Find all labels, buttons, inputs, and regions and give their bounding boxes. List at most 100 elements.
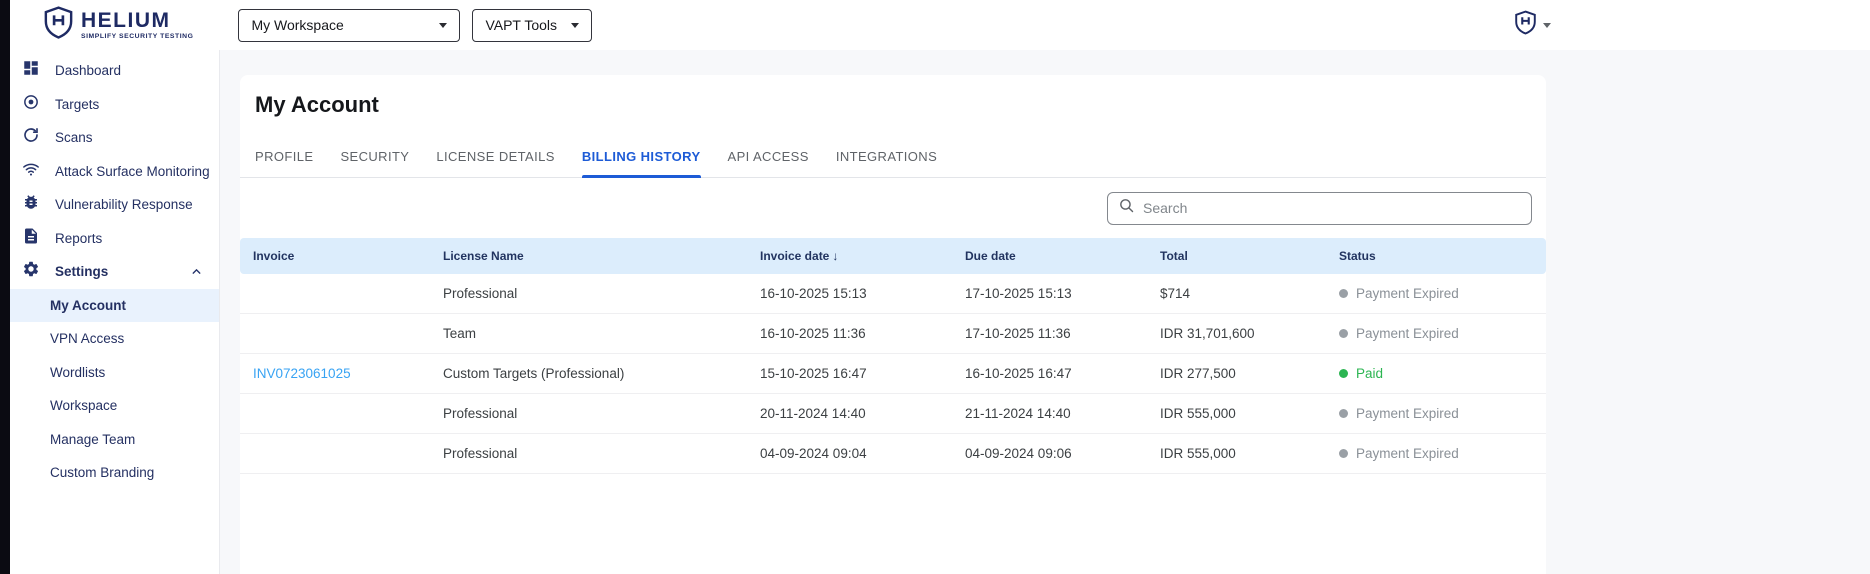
chevron-up-icon — [190, 265, 203, 278]
sidebar-item-label: Manage Team — [50, 431, 136, 447]
helium-shield-icon — [1515, 10, 1536, 40]
sidebar-item-scans[interactable]: Scans — [10, 121, 219, 155]
bug-icon — [22, 193, 40, 216]
workspace-select-value: My Workspace — [251, 17, 344, 33]
total-cell: IDR 31,701,600 — [1160, 326, 1255, 341]
due-date-cell: 04-09-2024 09:06 — [965, 446, 1072, 461]
status-dot-icon — [1339, 449, 1348, 458]
caret-down-icon — [571, 22, 580, 28]
table-row: Professional 20-11-2024 14:40 21-11-2024… — [240, 394, 1546, 434]
main-content: My Account PROFILE SECURITY LICENSE DETA… — [220, 50, 1870, 574]
sidebar-item-label: Dashboard — [55, 63, 122, 79]
brand-tagline: SIMPLIFY SECURITY TESTING — [81, 33, 194, 40]
sidebar: Dashboard Targets Scans Attack Surface M… — [10, 50, 220, 574]
sidebar-item-wordlists[interactable]: Wordlists — [10, 356, 219, 390]
sidebar-item-label: Targets — [55, 96, 100, 112]
tab-billing-history[interactable]: BILLING HISTORY — [581, 139, 701, 178]
sidebar-item-label: My Account — [50, 297, 127, 313]
license-name-cell: Professional — [443, 446, 518, 461]
my-account-card: My Account PROFILE SECURITY LICENSE DETA… — [240, 75, 1546, 574]
sidebar-item-attack-surface-monitoring[interactable]: Attack Surface Monitoring — [10, 155, 219, 189]
due-date-cell: 17-10-2025 11:36 — [965, 326, 1071, 341]
status-cell: Paid — [1339, 366, 1546, 381]
status-label: Payment Expired — [1356, 326, 1459, 341]
gear-icon — [22, 260, 40, 283]
report-icon — [22, 227, 40, 250]
scan-icon — [22, 126, 40, 149]
sidebar-item-vulnerability-response[interactable]: Vulnerability Response — [10, 188, 219, 222]
due-date-cell: 16-10-2025 16:47 — [965, 366, 1072, 381]
tab-security[interactable]: SECURITY — [340, 139, 409, 177]
status-label: Payment Expired — [1356, 406, 1459, 421]
column-header-total[interactable]: Total — [1160, 249, 1339, 263]
workspace-select[interactable]: My Workspace — [238, 8, 461, 42]
column-header-license-name[interactable]: License Name — [443, 249, 760, 263]
status-cell: Payment Expired — [1339, 406, 1546, 421]
status-label: Paid — [1356, 366, 1384, 381]
status-cell: Payment Expired — [1339, 286, 1546, 301]
sidebar-item-settings[interactable]: Settings — [10, 255, 219, 289]
left-edge-strip — [0, 0, 10, 574]
sidebar-item-my-account[interactable]: My Account — [10, 288, 219, 322]
brand-text: HELIUM SIMPLIFY SECURITY TESTING — [81, 10, 193, 40]
invoice-date-cell: 15-10-2025 16:47 — [760, 366, 867, 381]
column-header-status[interactable]: Status — [1339, 249, 1546, 263]
brand-logo[interactable]: HELIUM SIMPLIFY SECURITY TESTING — [44, 6, 193, 44]
sort-desc-icon[interactable]: ↓ — [832, 249, 838, 263]
status-cell: Payment Expired — [1339, 326, 1546, 341]
sidebar-item-label: Custom Branding — [50, 465, 155, 481]
license-name-cell: Professional — [443, 286, 518, 301]
due-date-cell: 17-10-2025 15:13 — [965, 286, 1072, 301]
invoice-date-cell: 16-10-2025 15:13 — [760, 286, 867, 301]
status-dot-icon — [1339, 289, 1348, 298]
column-header-invoice[interactable]: Invoice — [253, 249, 443, 263]
total-cell: IDR 555,000 — [1160, 446, 1236, 461]
license-name-cell: Team — [443, 326, 477, 341]
sidebar-item-targets[interactable]: Targets — [10, 88, 219, 122]
total-cell: IDR 277,500 — [1160, 366, 1236, 381]
tab-license-details[interactable]: LICENSE DETAILS — [436, 139, 554, 177]
search-input[interactable] — [1143, 200, 1521, 216]
search-icon — [1118, 197, 1135, 219]
account-menu[interactable] — [1515, 0, 1551, 50]
vapt-tools-select-value: VAPT Tools — [485, 17, 558, 33]
status-dot-icon — [1339, 329, 1348, 338]
table-row: INV0723061025 Custom Targets (Profession… — [240, 354, 1546, 394]
helium-shield-icon — [44, 6, 73, 44]
sidebar-item-label: Reports — [55, 230, 103, 246]
sidebar-item-label: Workspace — [50, 398, 118, 414]
column-header-due-date[interactable]: Due date — [965, 249, 1160, 263]
sidebar-item-label: Wordlists — [50, 364, 106, 380]
invoice-link[interactable]: INV0723061025 — [253, 366, 351, 381]
sidebar-item-label: Vulnerability Response — [55, 197, 193, 213]
search-row — [240, 178, 1546, 238]
column-header-invoice-date[interactable]: Invoice date ↓ — [760, 249, 965, 263]
topbar: HELIUM SIMPLIFY SECURITY TESTING My Work… — [10, 0, 1870, 50]
sidebar-item-dashboard[interactable]: Dashboard — [10, 54, 219, 88]
dashboard-icon — [22, 59, 40, 82]
tab-integrations[interactable]: INTEGRATIONS — [836, 139, 937, 177]
sidebar-item-manage-team[interactable]: Manage Team — [10, 423, 219, 457]
brand-name: HELIUM — [81, 9, 171, 32]
sidebar-item-workspace[interactable]: Workspace — [10, 389, 219, 423]
billing-table-body: Professional 16-10-2025 15:13 17-10-2025… — [240, 274, 1546, 474]
vapt-tools-select[interactable]: VAPT Tools — [472, 8, 593, 42]
table-row: Team 16-10-2025 11:36 17-10-2025 11:36 I… — [240, 314, 1546, 354]
sidebar-item-reports[interactable]: Reports — [10, 222, 219, 256]
invoice-cell: INV0723061025 — [253, 366, 443, 381]
sidebar-item-vpn-access[interactable]: VPN Access — [10, 322, 219, 356]
page-title: My Account — [255, 92, 379, 117]
wifi-icon — [22, 160, 40, 183]
tab-profile[interactable]: PROFILE — [255, 139, 313, 177]
status-dot-icon — [1339, 369, 1348, 378]
sidebar-item-label: Settings — [55, 264, 109, 280]
total-cell: IDR 555,000 — [1160, 406, 1236, 421]
sidebar-item-custom-branding[interactable]: Custom Branding — [10, 456, 219, 490]
tab-api-access[interactable]: API ACCESS — [728, 139, 809, 177]
invoice-date-cell: 16-10-2025 11:36 — [760, 326, 866, 341]
status-cell: Payment Expired — [1339, 446, 1546, 461]
table-row: Professional 16-10-2025 15:13 17-10-2025… — [240, 274, 1546, 314]
invoice-date-cell: 20-11-2024 14:40 — [760, 406, 866, 421]
search-box[interactable] — [1107, 191, 1532, 225]
due-date-cell: 21-11-2024 14:40 — [965, 406, 1071, 421]
